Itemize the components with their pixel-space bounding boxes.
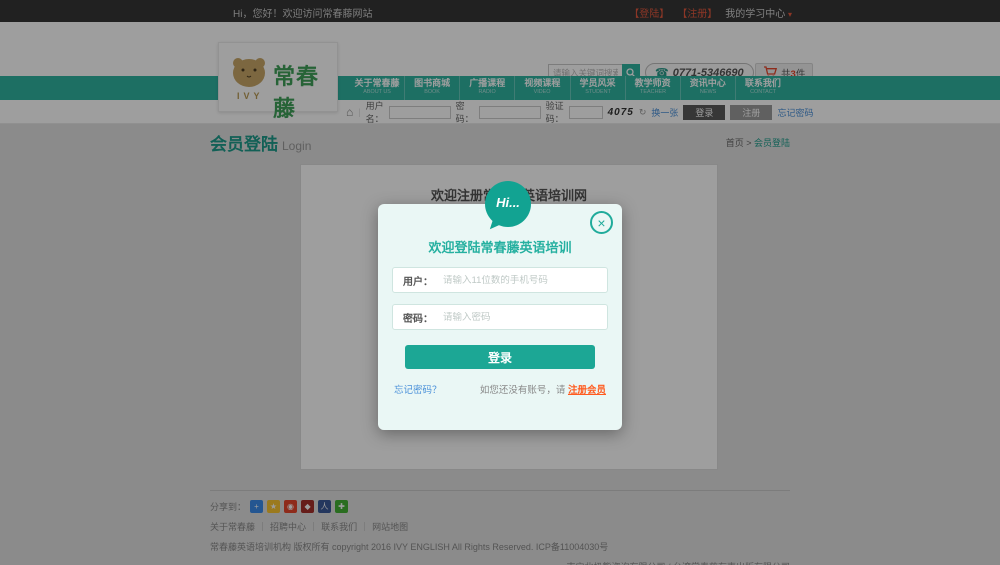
modal-user-label: 用户： xyxy=(403,273,443,288)
modal-password-input[interactable] xyxy=(443,312,607,323)
no-account-text: 如您还没有账号，请 注册会员 xyxy=(480,382,606,396)
modal-user-row: 用户： xyxy=(392,267,608,293)
modal-login-button[interactable]: 登录 xyxy=(405,345,595,369)
modal-title: 欢迎登陆常春藤英语培训 xyxy=(378,237,622,256)
modal-password-row: 密码： xyxy=(392,304,608,330)
close-icon[interactable]: × xyxy=(590,211,613,234)
modal-forgot-link[interactable]: 忘记密码？ xyxy=(394,382,442,396)
login-modal: Hi... × 欢迎登陆常春藤英语培训 用户： 密码： 登录 忘记密码？ 如您还… xyxy=(378,204,622,430)
modal-user-input[interactable] xyxy=(443,275,607,286)
hi-speech-bubble: Hi... xyxy=(485,181,531,227)
modal-links-row: 忘记密码？ 如您还没有账号，请 注册会员 xyxy=(394,382,606,396)
modal-register-link[interactable]: 注册会员 xyxy=(568,385,606,396)
modal-password-label: 密码： xyxy=(403,310,443,325)
